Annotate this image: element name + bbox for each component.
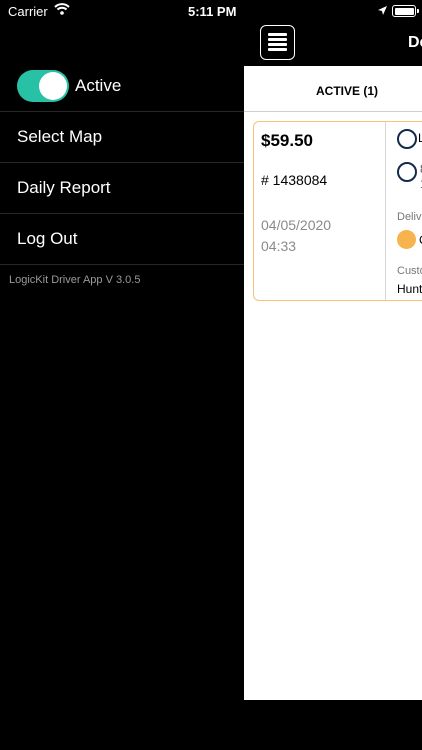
side-menu: Active Select Map Daily Report Log Out L… <box>0 60 244 286</box>
active-toggle-row: Active <box>0 60 244 112</box>
location-arrow-icon <box>377 4 388 19</box>
order-price: $59.50 <box>261 131 313 150</box>
customer-name: Hunt <box>397 282 422 296</box>
menu-button[interactable] <box>260 25 295 60</box>
active-label: Active <box>75 75 122 95</box>
app-version: LogicKit Driver App V 3.0.5 <box>9 274 141 286</box>
main-panel: ACTIVE (1) $59.50 # 1438084 04/05/2020 0… <box>244 66 422 700</box>
delivery-label: Deliv <box>397 211 422 223</box>
customer-label: Custo <box>397 265 422 277</box>
order-date: 04/05/2020 <box>261 217 332 233</box>
battery-icon <box>392 5 419 17</box>
clock-time: 5:11 PM <box>188 4 237 19</box>
pickup-stop-circle-icon <box>397 129 417 149</box>
order-card[interactable]: $59.50 # 1438084 04/05/2020 04:33 L 8 1 … <box>253 121 422 301</box>
menu-item-daily-report[interactable]: Daily Report <box>0 163 244 214</box>
wifi-icon <box>54 3 70 18</box>
dropoff-stop-circle-icon <box>397 162 417 182</box>
hamburger-icon <box>268 33 287 36</box>
tab-bar: ACTIVE (1) <box>244 66 422 112</box>
order-time: 04:33 <box>261 238 297 254</box>
carrier-label: Carrier <box>8 4 48 19</box>
tab-active[interactable]: ACTIVE (1) <box>316 84 378 98</box>
order-summary: $59.50 # 1438084 04/05/2020 04:33 <box>254 122 386 300</box>
pickup-stop-text: L <box>418 131 422 145</box>
menu-item-log-out[interactable]: Log Out <box>0 214 244 265</box>
status-dot-icon <box>397 230 416 249</box>
order-number: # 1438084 <box>261 172 328 188</box>
order-datetime: 04/05/2020 04:33 <box>261 215 331 257</box>
status-bar: Carrier 5:11 PM <box>0 0 422 24</box>
toggle-knob <box>39 71 67 100</box>
header-title: De <box>408 34 422 51</box>
active-toggle[interactable] <box>17 69 69 102</box>
menu-item-select-map[interactable]: Select Map <box>0 112 244 163</box>
